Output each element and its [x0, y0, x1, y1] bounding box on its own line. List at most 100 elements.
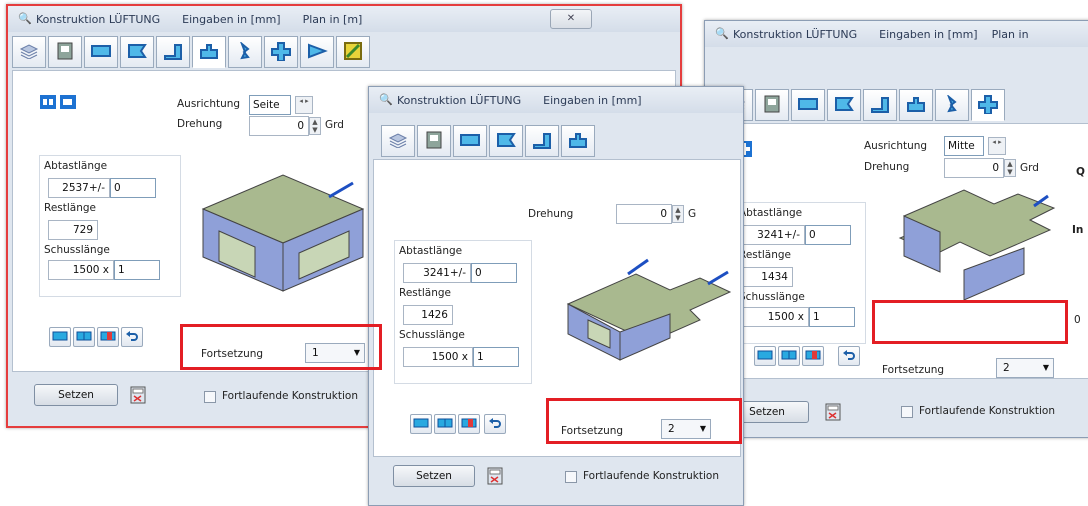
straight-duct-icon [459, 132, 481, 151]
tab-transition[interactable] [120, 36, 154, 68]
close-button[interactable]: ✕ [550, 9, 592, 29]
fortlaufende-checkbox[interactable] [901, 406, 913, 418]
drehung-field[interactable]: 0 [249, 116, 309, 136]
duct-segment-icon [757, 349, 773, 364]
duct-btn-2[interactable] [778, 346, 800, 366]
tab-tee[interactable] [561, 125, 595, 157]
chevron-down-icon: ▼ [1042, 363, 1049, 372]
fortlaufende-checkbox[interactable] [204, 391, 216, 403]
duct-btn-1[interactable] [754, 346, 776, 366]
undo-button[interactable] [484, 414, 506, 434]
layers-icon [388, 132, 408, 151]
ausrichtung-spinner[interactable]: ◂ ▸ [295, 96, 313, 114]
tab-bend[interactable] [863, 89, 897, 121]
count-field[interactable]: 1 [809, 307, 855, 327]
fortsetzung-label: Fortsetzung [882, 364, 945, 376]
tee-left-icon [39, 92, 57, 113]
search-icon: 🔍 [18, 12, 32, 25]
tab-reducer[interactable] [300, 36, 334, 68]
drehung-field[interactable]: 0 [944, 158, 1004, 178]
tab-straight-duct[interactable] [84, 36, 118, 68]
units-label: Eingaben in [mm] [182, 12, 281, 26]
schusslaenge-field: 1500 x [403, 347, 473, 367]
calculator-button[interactable] [130, 386, 146, 404]
tab-damper[interactable] [336, 36, 370, 68]
duct-btn-3[interactable] [802, 346, 824, 366]
duct-segment-icon [413, 417, 429, 432]
setzen-button[interactable]: Setzen [393, 465, 475, 487]
window-title: Konstruktion LÜFTUNG [36, 12, 161, 26]
units-label: Eingaben in [mm] [879, 27, 978, 41]
tab-cross[interactable] [971, 89, 1005, 121]
tab-toolbar [719, 89, 1007, 123]
drehung-unit: G [688, 208, 697, 220]
duct-end-icon [805, 349, 821, 364]
restlaenge-field: 1426 [403, 305, 453, 325]
duct-double-icon [76, 330, 92, 345]
drehung-field[interactable]: 0 [616, 204, 672, 224]
tolerance-field[interactable]: 0 [805, 225, 851, 245]
tolerance-field[interactable]: 0 [110, 178, 156, 198]
tab-offset[interactable] [228, 36, 262, 68]
tab-cross[interactable] [264, 36, 298, 68]
tab-straight-duct[interactable] [791, 89, 825, 121]
offset-icon [941, 93, 963, 116]
search-icon: 🔍 [379, 93, 393, 106]
schusslaenge-field: 1500 x [48, 260, 114, 280]
drehung-spinner[interactable]: ▲ ▼ [1004, 159, 1016, 177]
duct-piece-icon [55, 41, 75, 64]
undo-button[interactable] [838, 346, 860, 366]
ausrichtung-field[interactable]: Mitte [944, 136, 984, 156]
window-title: Konstruktion LÜFTUNG [397, 93, 522, 107]
calculator-button[interactable] [487, 467, 503, 485]
duct-btn-3[interactable] [458, 414, 480, 434]
duct-double-icon [781, 349, 797, 364]
tab-bend[interactable] [156, 36, 190, 68]
duct-btn-1[interactable] [49, 327, 71, 347]
drehung-spinner[interactable]: ▲ ▼ [672, 205, 684, 223]
calculator-button[interactable] [825, 403, 841, 421]
tab-transition[interactable] [489, 125, 523, 157]
highlight-empty-area [872, 300, 1068, 344]
tab-layers[interactable] [12, 36, 46, 68]
tab-tee[interactable] [899, 89, 933, 121]
tolerance-field[interactable]: 0 [471, 263, 517, 283]
setzen-button[interactable]: Setzen [34, 384, 118, 406]
tab-duct-piece[interactable] [48, 36, 82, 68]
duct-btn-2[interactable] [434, 414, 456, 434]
title-bar: 🔍 Konstruktion LÜFTUNG Eingaben in [mm] … [705, 21, 1088, 47]
fortlaufende-checkbox[interactable] [565, 471, 577, 483]
length-group: Abtastlänge 3241+/- 0 Restlänge 1426 Sch… [394, 240, 532, 384]
count-field[interactable]: 1 [114, 260, 160, 280]
ausrichtung-field[interactable]: Seite [249, 95, 291, 115]
count-field[interactable]: 1 [473, 347, 519, 367]
side-label-q: Q [1076, 166, 1085, 178]
tab-duct-piece[interactable] [755, 89, 789, 121]
tab-offset[interactable] [935, 89, 969, 121]
duct-end-icon [100, 330, 116, 345]
tee-icon [198, 42, 220, 63]
tab-duct-piece[interactable] [417, 125, 451, 157]
duct-btn-2[interactable] [73, 327, 95, 347]
tab-straight-duct[interactable] [453, 125, 487, 157]
duct-double-icon [437, 417, 453, 432]
drehung-spinner[interactable]: ▲ ▼ [309, 117, 321, 135]
undo-icon [488, 416, 502, 433]
undo-icon [125, 329, 139, 346]
orientation-right-button[interactable] [59, 93, 77, 111]
drehung-unit: Grd [325, 119, 344, 131]
tab-tee[interactable] [192, 36, 226, 68]
abtastlaenge-field: 3241+/- [403, 263, 471, 283]
ausrichtung-spinner[interactable]: ◂ ▸ [988, 137, 1006, 155]
tab-layers[interactable] [381, 125, 415, 157]
duct-btn-1[interactable] [410, 414, 432, 434]
length-group: Abtastlänge 2537+/- 0 Restlänge 729 Schu… [39, 155, 181, 297]
layers-icon [19, 43, 39, 62]
duct-btn-3[interactable] [97, 327, 119, 347]
undo-button[interactable] [121, 327, 143, 347]
orientation-left-button[interactable] [39, 93, 57, 111]
units-label: Eingaben in [mm] [543, 93, 642, 107]
fortsetzung-select[interactable]: 2 ▼ [996, 358, 1054, 378]
tab-transition[interactable] [827, 89, 861, 121]
tab-bend[interactable] [525, 125, 559, 157]
